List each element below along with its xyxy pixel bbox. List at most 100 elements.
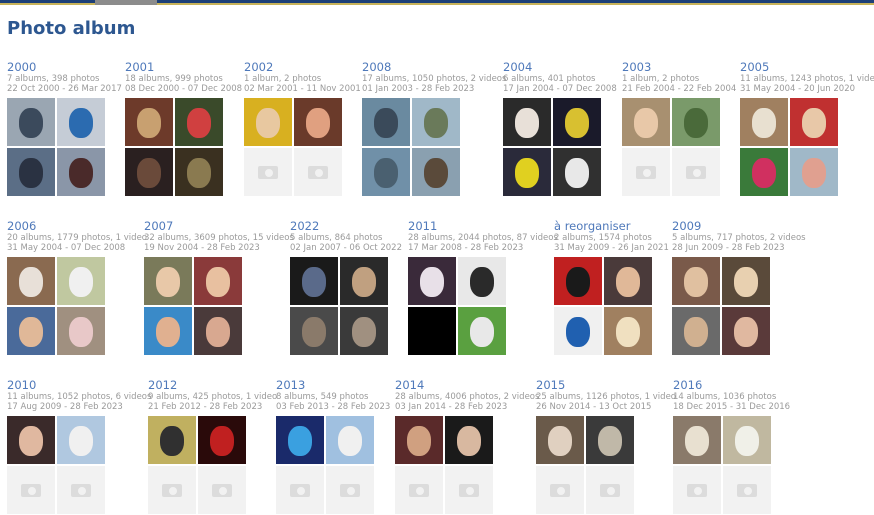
camera-placeholder-icon[interactable] xyxy=(57,466,105,514)
photo-thumbnail[interactable] xyxy=(536,416,584,464)
photo-thumbnail[interactable] xyxy=(503,98,551,146)
photo-thumbnail[interactable] xyxy=(722,257,770,305)
photo-thumbnail[interactable] xyxy=(57,98,105,146)
photo-thumbnail[interactable] xyxy=(7,148,55,196)
photo-thumbnail[interactable] xyxy=(458,257,506,305)
photo-thumbnail[interactable] xyxy=(362,98,410,146)
album-card[interactable]: 2013 8 albums, 549 photos 03 Feb 2013 - 28… xyxy=(276,378,401,515)
album-thumbnails[interactable] xyxy=(740,98,839,197)
album-card[interactable]: 2010 11 albums, 1052 photos, 6 videos 17 A… xyxy=(7,378,151,515)
album-title-link[interactable]: 2007 xyxy=(144,219,269,233)
album-card[interactable]: 2022 5 albums, 864 photos 02 Jan 2007 - 06… xyxy=(290,219,415,356)
photo-thumbnail[interactable] xyxy=(672,98,720,146)
photo-thumbnail[interactable] xyxy=(412,148,460,196)
photo-thumbnail[interactable] xyxy=(740,148,788,196)
album-card[interactable]: 2004 6 albums, 401 photos 17 Jan 2004 - 07… xyxy=(503,60,628,197)
photo-thumbnail[interactable] xyxy=(554,307,602,355)
album-thumbnails[interactable] xyxy=(290,257,389,356)
photo-thumbnail[interactable] xyxy=(408,257,456,305)
photo-thumbnail[interactable] xyxy=(57,416,105,464)
photo-thumbnail[interactable] xyxy=(326,416,374,464)
photo-thumbnail[interactable] xyxy=(790,98,838,146)
album-card[interactable]: 2003 1 album, 2 photos 21 Feb 2004 - 22 Fe… xyxy=(622,60,747,197)
camera-placeholder-icon[interactable] xyxy=(148,466,196,514)
album-title-link[interactable]: à reorganiser xyxy=(554,219,679,233)
album-title-link[interactable]: 2006 xyxy=(7,219,132,233)
photo-thumbnail[interactable] xyxy=(144,307,192,355)
photo-thumbnail[interactable] xyxy=(723,416,771,464)
album-card[interactable]: 2001 18 albums, 999 photos 08 Dec 2000 - 0… xyxy=(125,60,250,197)
album-title-link[interactable]: 2010 xyxy=(7,378,132,392)
camera-placeholder-icon[interactable] xyxy=(723,466,771,514)
photo-thumbnail[interactable] xyxy=(408,307,456,355)
photo-thumbnail[interactable] xyxy=(722,307,770,355)
photo-thumbnail[interactable] xyxy=(554,257,602,305)
photo-thumbnail[interactable] xyxy=(586,416,634,464)
photo-thumbnail[interactable] xyxy=(194,257,242,305)
camera-placeholder-icon[interactable] xyxy=(326,466,374,514)
photo-thumbnail[interactable] xyxy=(458,307,506,355)
album-thumbnails[interactable] xyxy=(672,257,771,356)
album-thumbnails[interactable] xyxy=(144,257,243,356)
photo-thumbnail[interactable] xyxy=(672,307,720,355)
album-thumbnails[interactable] xyxy=(554,257,653,356)
photo-thumbnail[interactable] xyxy=(294,98,342,146)
camera-placeholder-icon[interactable] xyxy=(622,148,670,196)
photo-thumbnail[interactable] xyxy=(503,148,551,196)
album-title-link[interactable]: 2022 xyxy=(290,219,415,233)
camera-placeholder-icon[interactable] xyxy=(198,466,246,514)
album-title-link[interactable]: 2009 xyxy=(672,219,797,233)
album-title-link[interactable]: 2000 xyxy=(7,60,132,74)
album-title-link[interactable]: 2002 xyxy=(244,60,369,74)
photo-thumbnail[interactable] xyxy=(7,307,55,355)
photo-thumbnail[interactable] xyxy=(7,416,55,464)
photo-thumbnail[interactable] xyxy=(57,148,105,196)
album-card[interactable]: à reorganiser 2 albums, 1574 photos 31 May… xyxy=(554,219,679,356)
camera-placeholder-icon[interactable] xyxy=(536,466,584,514)
album-card[interactable]: 2012 9 albums, 425 photos, 1 video 21 Feb … xyxy=(148,378,277,515)
album-title-link[interactable]: 2005 xyxy=(740,60,865,74)
photo-thumbnail[interactable] xyxy=(7,98,55,146)
album-title-link[interactable]: 2013 xyxy=(276,378,401,392)
album-thumbnails[interactable] xyxy=(503,98,602,197)
photo-thumbnail[interactable] xyxy=(57,307,105,355)
photo-thumbnail[interactable] xyxy=(148,416,196,464)
camera-placeholder-icon[interactable] xyxy=(395,466,443,514)
album-card[interactable]: 2014 28 albums, 4006 photos, 2 videos 03 J… xyxy=(395,378,539,515)
photo-thumbnail[interactable] xyxy=(604,307,652,355)
photo-thumbnail[interactable] xyxy=(672,257,720,305)
photo-thumbnail[interactable] xyxy=(175,98,223,146)
album-thumbnails[interactable] xyxy=(125,98,224,197)
album-thumbnails[interactable] xyxy=(408,257,507,356)
album-title-link[interactable]: 2008 xyxy=(362,60,487,74)
photo-thumbnail[interactable] xyxy=(7,257,55,305)
photo-thumbnail[interactable] xyxy=(740,98,788,146)
photo-thumbnail[interactable] xyxy=(553,98,601,146)
photo-thumbnail[interactable] xyxy=(445,416,493,464)
album-title-link[interactable]: 2016 xyxy=(673,378,798,392)
album-title-link[interactable]: 2015 xyxy=(536,378,661,392)
photo-thumbnail[interactable] xyxy=(553,148,601,196)
album-thumbnails[interactable] xyxy=(7,98,106,197)
camera-placeholder-icon[interactable] xyxy=(586,466,634,514)
top-tab[interactable] xyxy=(95,0,157,5)
album-title-link[interactable]: 2014 xyxy=(395,378,520,392)
photo-thumbnail[interactable] xyxy=(244,98,292,146)
album-title-link[interactable]: 2012 xyxy=(148,378,273,392)
photo-thumbnail[interactable] xyxy=(276,416,324,464)
album-card[interactable]: 2009 5 albums, 717 photos, 2 videos 28 Jun… xyxy=(672,219,806,356)
album-thumbnails[interactable] xyxy=(7,257,106,356)
photo-thumbnail[interactable] xyxy=(622,98,670,146)
photo-thumbnail[interactable] xyxy=(395,416,443,464)
photo-thumbnail[interactable] xyxy=(194,307,242,355)
camera-placeholder-icon[interactable] xyxy=(294,148,342,196)
photo-thumbnail[interactable] xyxy=(790,148,838,196)
album-thumbnails[interactable] xyxy=(244,98,343,197)
album-title-link[interactable]: 2001 xyxy=(125,60,250,74)
camera-placeholder-icon[interactable] xyxy=(244,148,292,196)
photo-thumbnail[interactable] xyxy=(340,307,388,355)
photo-thumbnail[interactable] xyxy=(125,148,173,196)
album-card[interactable]: 2006 20 albums, 1779 photos, 1 video 31 Ma… xyxy=(7,219,147,356)
photo-thumbnail[interactable] xyxy=(412,98,460,146)
album-card[interactable]: 2007 32 albums, 3609 photos, 15 videos 19 … xyxy=(144,219,294,356)
